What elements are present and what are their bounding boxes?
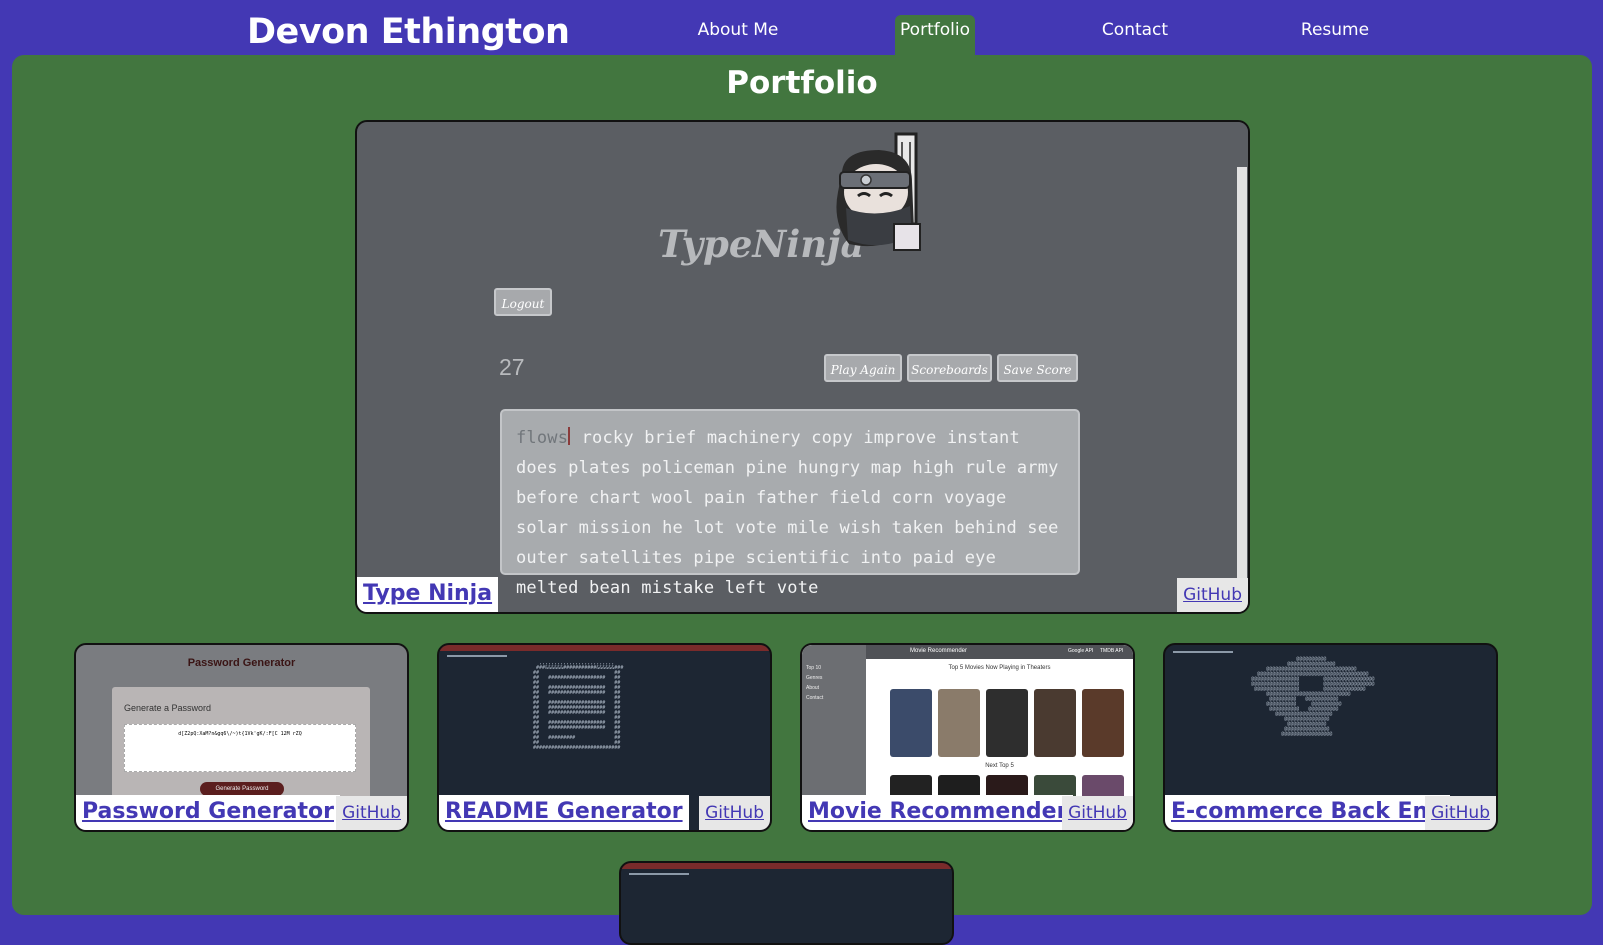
scoreboards-button[interactable]: Scoreboards: [907, 354, 992, 382]
project-card-password-generator[interactable]: Password Generator Generate a Password d…: [74, 643, 409, 832]
project-link-type-ninja[interactable]: Type Ninja: [357, 577, 499, 612]
current-char: s: [557, 428, 569, 448]
project-link-movie-recommender[interactable]: Movie Recommender: [802, 795, 1074, 830]
github-link-movie-recommender[interactable]: GitHub: [1062, 796, 1133, 830]
movie-poster: [986, 689, 1028, 757]
preview-title: Password Generator: [187, 657, 296, 669]
logout-button[interactable]: Logout: [494, 288, 552, 316]
project-link-readme-generator[interactable]: README Generator: [439, 795, 689, 830]
github-link-ecommerce-back-end[interactable]: GitHub: [1425, 796, 1496, 830]
github-link-password-generator[interactable]: GitHub: [336, 796, 407, 830]
terminal-titlebar: [439, 645, 770, 651]
project-link-password-generator[interactable]: Password Generator: [76, 795, 341, 830]
preview-sidebar-links: Top 10 Genres About Contact: [806, 665, 824, 701]
project-card-readme-generator[interactable]: ,,,,,,,,,,,,,,,,,,,,,,,,, ###&&&&&&#####…: [437, 643, 772, 832]
nav-contact[interactable]: Contact: [1095, 15, 1175, 55]
project-card-partial[interactable]: [619, 861, 954, 945]
typing-text-box[interactable]: flows rocky brief machinery copy improve…: [500, 409, 1080, 598]
caret-icon: [568, 427, 571, 445]
movie-poster: [890, 689, 932, 757]
remaining-text: rocky brief machinery copy improve insta…: [516, 428, 1059, 598]
preview-heading: Top 5 Movies Now Playing in Theaters: [948, 665, 1051, 671]
save-score-button[interactable]: Save Score: [997, 354, 1078, 382]
terminal-line: [447, 655, 507, 657]
project-card-movie-recommender[interactable]: Top 10 Genres About Contact Movie Recomm…: [800, 643, 1135, 832]
project-link-ecommerce-back-end[interactable]: E-commerce Back End: [1165, 795, 1450, 830]
page-title: Portfolio: [726, 65, 878, 101]
preview-password: d[Z2pQ:XaM?n&gq6\/~)t{1Vk'gK/:F[C 12M rZ…: [124, 724, 356, 772]
ascii-art-preview: ,,,,,,,,,,,,,,,,,,,,,,,,, ###&&&&&&#####…: [533, 660, 624, 751]
terminal-line: [629, 873, 689, 875]
featured-project-card[interactable]: TypeNinja Logout 27 Play Again Scoreboar…: [355, 120, 1250, 614]
github-link-readme-generator[interactable]: GitHub: [699, 796, 770, 830]
preview-subtitle: Generate a Password: [124, 703, 212, 713]
score-display: 27: [499, 354, 525, 380]
terminal-line: [1173, 651, 1233, 653]
site-header: Devon Ethington About Me Portfolio Conta…: [0, 0, 1603, 56]
nav-portfolio[interactable]: Portfolio: [895, 15, 975, 55]
github-link-type-ninja[interactable]: GitHub: [1177, 578, 1248, 612]
preview-header: Movie Recommender Google API TMDB API: [866, 645, 1133, 659]
nav-about-me[interactable]: About Me: [678, 15, 798, 55]
nav-resume[interactable]: Resume: [1295, 15, 1375, 55]
preview-subheading: Next Top 5: [985, 763, 1014, 769]
movie-poster: [938, 689, 980, 757]
typed-text: flow: [516, 428, 558, 448]
ninja-mascot-icon: [836, 132, 921, 251]
movie-poster: [1034, 689, 1076, 757]
play-again-button[interactable]: Play Again: [824, 354, 902, 382]
ascii-art-preview: @@@@@@@@@@ @@@@@@@@@@@@@@@@ @@@@@@@@@@@@…: [1251, 656, 1375, 737]
site-name: Devon Ethington: [247, 12, 570, 52]
preview-generate-button: Generate Password: [200, 782, 284, 796]
portfolio-section: Portfolio TypeNinja Logout 27 Play Again…: [12, 55, 1592, 945]
movie-poster: [1082, 689, 1124, 757]
project-card-ecommerce-back-end[interactable]: @@@@@@@@@@ @@@@@@@@@@@@@@@@ @@@@@@@@@@@@…: [1163, 643, 1498, 832]
scrollbar[interactable]: [1236, 122, 1248, 612]
scrollbar-thumb[interactable]: [1237, 167, 1247, 612]
terminal-titlebar: [621, 863, 952, 869]
